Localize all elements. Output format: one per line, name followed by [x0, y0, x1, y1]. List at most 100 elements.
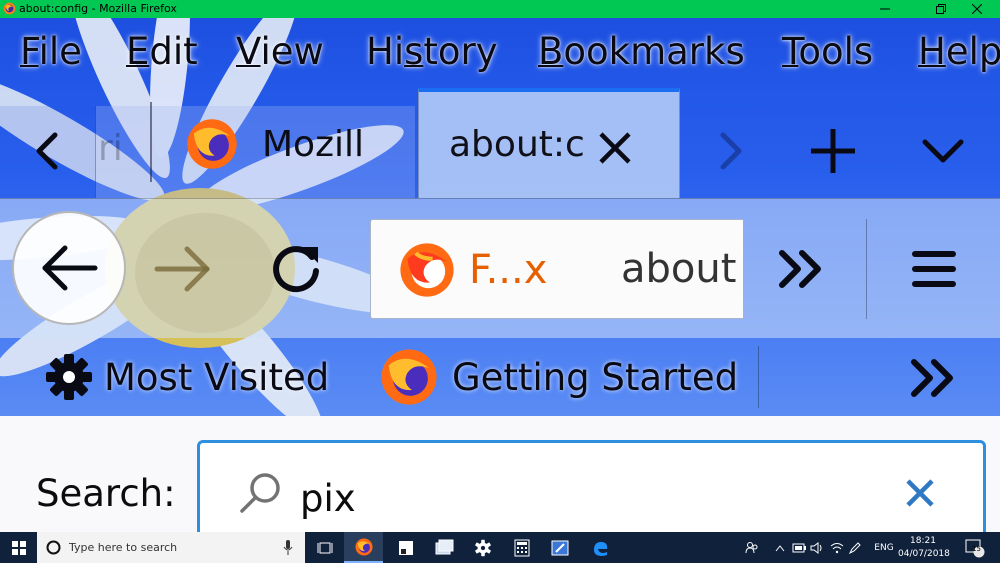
edge-icon [593, 541, 607, 556]
back-button[interactable] [12, 211, 126, 325]
close-icon [972, 4, 982, 14]
firefox-icon [354, 537, 373, 556]
people-icon [745, 541, 758, 553]
show-hidden-icons-button[interactable] [770, 532, 790, 563]
page-content: Search: [0, 416, 1000, 540]
close-tab-button[interactable] [595, 128, 635, 168]
photos-icon [435, 539, 453, 554]
bookmarks-toolbar: Most Visited Getting Started [0, 338, 1000, 416]
network-button[interactable] [828, 532, 846, 563]
bookmark-most-visited[interactable]: Most Visited [44, 348, 329, 406]
firefox-icon [187, 119, 237, 169]
taskbar-settings[interactable] [463, 532, 502, 563]
menu-history[interactable]: History [366, 30, 498, 73]
tab-scroll-right-button[interactable] [696, 116, 766, 186]
firefox-icon [381, 349, 437, 405]
tab-partial-label: ri [98, 128, 123, 169]
menu-bar: File Edit View History Bookmarks Tools H… [0, 18, 1000, 86]
restore-icon [936, 4, 946, 14]
chevron-up-icon [775, 544, 785, 551]
taskbar-photos[interactable] [424, 532, 463, 563]
menu-view[interactable]: View [236, 30, 324, 73]
firefox-icon [400, 243, 454, 297]
clock-time: 18:21 [910, 536, 936, 546]
bookmarks-overflow-button[interactable] [892, 338, 972, 418]
list-all-tabs-button[interactable] [908, 116, 978, 186]
double-chevron-right-icon [779, 250, 821, 288]
start-button[interactable] [0, 532, 37, 563]
wifi-icon [830, 542, 844, 553]
people-button[interactable] [742, 532, 762, 563]
plus-icon [811, 129, 855, 173]
search-icon [240, 473, 280, 513]
url-bar[interactable]: F...x about [370, 219, 743, 319]
tab-separator [150, 102, 152, 182]
chevron-left-icon [36, 132, 58, 170]
speaker-icon [810, 541, 822, 554]
windows-logo-icon [11, 540, 26, 555]
gear-icon [474, 539, 491, 556]
tab-scroll-left-button[interactable] [12, 116, 82, 186]
task-view-icon [317, 542, 332, 553]
task-view-button[interactable] [305, 532, 344, 563]
window-title: about:config - Mozilla Firefox [19, 2, 177, 15]
minimize-icon [880, 8, 890, 10]
paint-icon [551, 540, 568, 555]
volume-button[interactable] [808, 532, 826, 563]
bookmark-getting-started[interactable]: Getting Started [380, 348, 738, 406]
search-box[interactable] [197, 440, 986, 540]
clear-search-button[interactable] [900, 473, 940, 513]
menu-tools[interactable]: Tools [782, 30, 873, 73]
taskbar-search-placeholder: Type here to search [69, 541, 178, 554]
forward-button[interactable] [143, 229, 223, 309]
close-window-button[interactable] [954, 0, 1000, 18]
taskbar-calculator[interactable] [502, 532, 541, 563]
menu-help[interactable]: Help [918, 30, 1000, 73]
action-center-button[interactable]: 15 [960, 532, 990, 563]
cortana-icon [46, 540, 61, 555]
battery-indicator[interactable] [790, 532, 808, 563]
menu-file[interactable]: File [20, 30, 82, 73]
taskbar-edge[interactable] [580, 532, 619, 563]
battery-icon [792, 543, 806, 552]
clear-icon [906, 479, 934, 507]
notification-count: 15 [972, 545, 981, 553]
toolbar-separator [866, 219, 867, 319]
identity-label: F...x [469, 247, 548, 293]
new-tab-button[interactable] [798, 116, 868, 186]
taskbar-clock[interactable]: 18:21 04/07/2018 [898, 535, 950, 561]
overflow-button[interactable] [760, 229, 840, 309]
taskbar-paint[interactable] [540, 532, 579, 563]
taskbar-notes[interactable] [386, 532, 425, 563]
search-input[interactable] [300, 473, 860, 523]
menu-edit[interactable]: Edit [126, 30, 198, 73]
tab-active-about-config[interactable]: about:c [418, 88, 680, 198]
menu-bookmarks[interactable]: Bookmarks [538, 30, 745, 73]
bookmarks-separator [758, 346, 759, 408]
notes-icon [398, 540, 413, 555]
tab-label-mozilla: Mozill [262, 124, 364, 165]
reload-button[interactable] [256, 229, 336, 309]
language-indicator[interactable]: ENG [868, 532, 900, 563]
calculator-icon [514, 539, 529, 556]
bookmark-label: Most Visited [104, 355, 330, 399]
firefox-icon [3, 2, 16, 15]
taskbar-firefox[interactable] [344, 532, 383, 563]
firefox-window: about:config - Mozilla Firefox File Edit… [0, 0, 1000, 563]
microphone-icon [283, 540, 293, 555]
url-text: about [621, 246, 737, 292]
close-icon [599, 132, 631, 164]
tab-label-about-config: about:c [449, 124, 585, 165]
identity-box[interactable]: F...x [371, 220, 548, 318]
taskbar-search-box[interactable]: Type here to search [37, 532, 305, 563]
pen-icon [849, 541, 861, 554]
open-menu-button[interactable] [894, 229, 974, 309]
title-bar: about:config - Mozilla Firefox [0, 0, 1000, 18]
clock-date: 04/07/2018 [898, 549, 950, 559]
windows-taskbar: Type here to search ENG 18:21 04/07/2018… [0, 532, 1000, 563]
minimize-button[interactable] [862, 0, 908, 18]
search-label: Search: [36, 472, 176, 515]
pen-button[interactable] [846, 532, 864, 563]
gear-icon [46, 354, 92, 400]
arrow-left-icon [42, 245, 98, 291]
